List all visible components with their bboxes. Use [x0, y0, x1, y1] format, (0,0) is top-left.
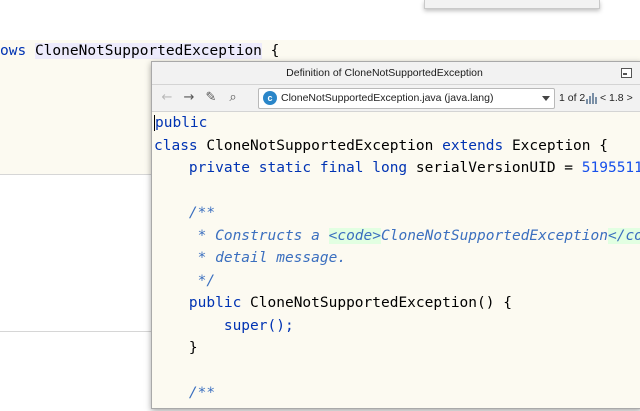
super-call: super(); [223, 317, 294, 334]
code-line: * Constructs a <code>CloneNotSupportedEx… [154, 225, 640, 248]
definition-page-count: 1 of 2 [559, 92, 586, 104]
public-keyword: public [188, 295, 242, 311]
library-bars-icon [586, 93, 598, 104]
editor-code-line: ows CloneNotSupportedException { [0, 41, 279, 61]
class-reference[interactable]: CloneNotSupportedException [34, 43, 262, 59]
extends-keyword: extends [442, 137, 504, 154]
jdk-version-switcher[interactable]: < 1.8 > [600, 85, 633, 111]
forward-arrow-icon[interactable]: → [180, 89, 198, 107]
chevron-down-icon [542, 96, 550, 101]
pin-window-icon[interactable] [621, 68, 632, 78]
popup-title: Definition of CloneNotSupportedException [286, 67, 483, 79]
definition-popup[interactable]: Definition of CloneNotSupportedException… [151, 61, 640, 409]
code-line: */ [154, 270, 215, 293]
base-class: Exception { [511, 137, 608, 154]
doc-code-tag: </code> [607, 227, 640, 244]
throws-keyword: ows [0, 43, 27, 59]
code-line: super(); [154, 315, 294, 338]
code-line: } [154, 337, 198, 360]
class-keyword: class [154, 137, 198, 154]
doc-comment-end: */ [188, 272, 216, 289]
find-usages-icon[interactable]: ⌕ [224, 89, 242, 107]
code-line: /** [154, 202, 215, 225]
open-brace: { [270, 43, 280, 59]
code-line: * detail message. [154, 247, 346, 270]
constructor-signature: CloneNotSupportedException() { [250, 295, 512, 311]
code-line: private static final long serialVersionU… [154, 157, 640, 180]
field-value: 519551125 [581, 160, 640, 176]
doc-code-tag: <code> [328, 227, 381, 244]
file-selector-dropdown[interactable]: c CloneNotSupportedException.java (java.… [258, 88, 555, 109]
field-name: serialVersionUID = [415, 160, 574, 176]
code-line: /** [154, 382, 215, 405]
doc-comment-text: CloneNotSupportedException [381, 227, 608, 244]
code-line: class CloneNotSupportedException extends… [154, 135, 608, 158]
class-name: CloneNotSupportedException [206, 137, 434, 154]
definition-code-view[interactable]: public class CloneNotSupportedException … [152, 112, 640, 408]
popup-title-bar[interactable]: Definition of CloneNotSupportedException [152, 62, 640, 85]
doc-comment-text: * detail message. [188, 250, 347, 266]
java-class-icon: c [263, 91, 277, 105]
code-line: public [154, 112, 208, 135]
doc-comment-text: * Constructs a [188, 227, 329, 244]
public-keyword: public [154, 115, 208, 131]
doc-comment-start: /** [188, 205, 216, 221]
doc-comment-start: /** [188, 385, 216, 401]
background-menu [424, 0, 600, 9]
edit-source-icon[interactable]: ✎ [202, 89, 220, 107]
close-brace: } [188, 340, 198, 356]
back-arrow-icon[interactable]: ← [158, 89, 176, 107]
code-line: public CloneNotSupportedException() { [154, 292, 512, 315]
field-modifiers: private static final long [188, 160, 408, 176]
popup-toolbar: ← → ✎ ⌕ c CloneNotSupportedException.jav… [152, 85, 640, 112]
file-selector-label: CloneNotSupportedException.java (java.la… [281, 92, 494, 104]
